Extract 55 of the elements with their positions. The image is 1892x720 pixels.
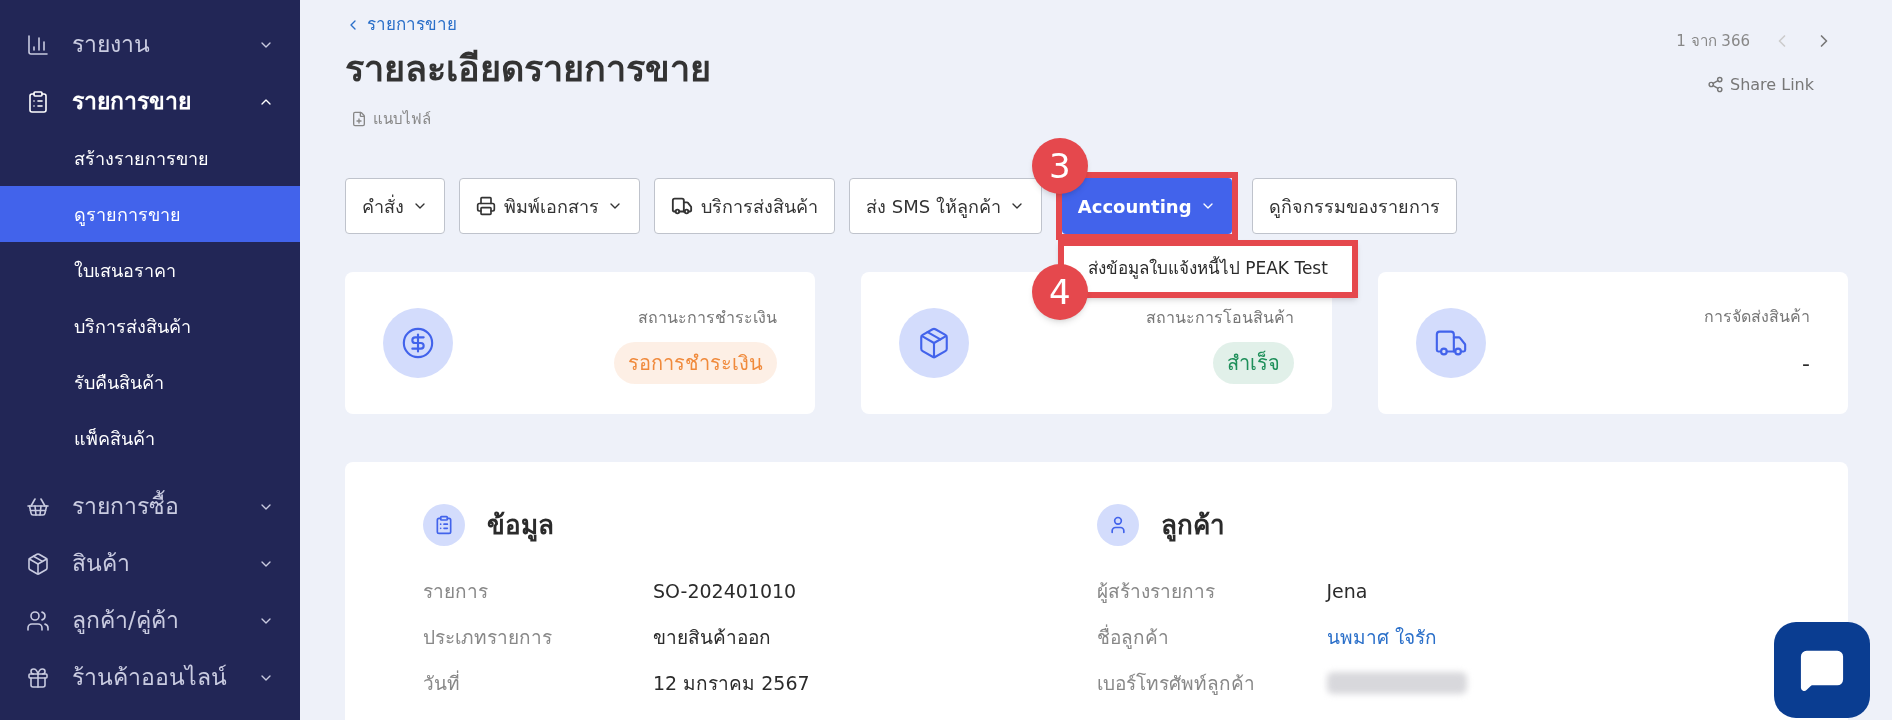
share-link[interactable]: Share Link [1706,72,1814,97]
field-label: วันที่ [423,669,461,696]
section-title: ลูกค้า [1160,508,1225,544]
toolbar-button[interactable]: Accounting [1061,178,1232,234]
sidebar-item[interactable]: รายการขาย [0,73,300,130]
field-value: Jena [1326,578,1368,604]
field-label: ผู้สร้างรายการ [1096,578,1216,605]
field-label: ประเภทรายการ [423,624,553,650]
section-title: ข้อมูล [487,508,554,544]
menu-item[interactable]: ส่งข้อมูลใบแจ้งหนี้ไป PEAK Test [1087,254,1328,284]
toolbar-button[interactable]: บริการส่งสินค้า [654,178,835,234]
truck-icon [671,195,693,217]
status-badge: รอการชำระเงิน [614,342,778,384]
pager-text: 1 จาก 366 [1676,31,1750,52]
sidebar-subitem[interactable]: สร้างรายการขาย [0,130,300,186]
status-label: การจัดส่งสินค้า [1704,305,1810,328]
status-badge: สำเร็จ [1212,342,1294,384]
toolbar-button[interactable]: พิมพ์เอกสาร [459,178,640,234]
clipboard-icon [26,89,50,114]
toolbar-button[interactable]: ดูกิจกรรมของรายการ [1251,178,1457,234]
sidebar-item[interactable]: ร้านค้าออนไลน์ [0,649,300,706]
page-title: รายละเอียดรายการขาย [345,46,711,91]
gift-icon [26,665,50,690]
field-label: เบอร์โทรศัพท์ลูกค้า [1096,670,1256,697]
field-value: SO-202401010 [653,578,797,604]
sidebar-subitem[interactable]: ดูรายการขาย [0,186,300,242]
field-label: ชื่อลูกค้า [1096,623,1170,651]
printer-icon [476,196,496,216]
sidebar-subitem[interactable]: แพ็คสินค้า [0,410,300,466]
sidebar-subitem[interactable]: รับคืนสินค้า [0,354,300,410]
share-icon [1706,76,1724,93]
status-value: - [1802,349,1810,378]
chat-button[interactable] [1774,622,1870,718]
file-plus-icon [351,110,367,127]
sidebar-subitem[interactable]: ใบเสนอราคา [0,242,300,298]
box-icon [26,551,50,576]
field-value: 12 มกราคม 2567 [653,670,810,696]
dollar-icon [401,326,435,360]
customer-link[interactable]: นพมาศ ใจรัก [1326,622,1437,652]
field-label: รายการ [423,578,489,604]
sidebar-item[interactable]: รายการซื้อ [0,478,300,535]
breadcrumb-link[interactable]: รายการขาย [345,12,711,38]
sidebar-item[interactable]: รายงาน [0,16,300,73]
sidebar-subitem[interactable]: บริการส่งสินค้า [0,298,300,354]
status-label: สถานะการโอนสินค้า [1145,307,1294,329]
clipboard-icon [434,515,454,535]
bar-chart-icon [26,32,50,57]
sidebar-item[interactable]: สินค้า [0,535,300,592]
toolbar-button[interactable]: ส่ง SMS ให้ลูกค้า [849,178,1042,234]
toolbar-button[interactable]: คำสั่ง [345,178,445,234]
people-icon [26,608,50,633]
step-number-badge: 3 [1031,138,1088,194]
status-label: สถานะการชำระเงิน [638,307,778,329]
sidebar-item[interactable]: ลูกค้า/คู่ค้า [0,592,300,649]
field-value: ขายสินค้าออก [653,624,771,650]
